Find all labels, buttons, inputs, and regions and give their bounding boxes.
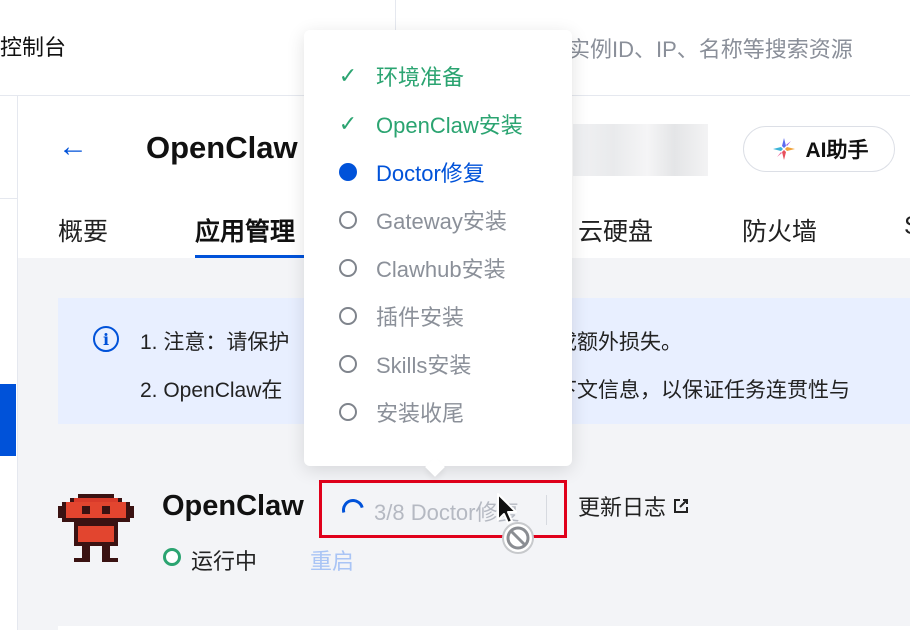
action-divider bbox=[546, 495, 547, 525]
step-label: Skills安装 bbox=[376, 353, 472, 378]
step-label: 安装收尾 bbox=[376, 401, 465, 426]
left-sidebar bbox=[0, 96, 18, 630]
pending-step-circle-icon bbox=[336, 208, 360, 232]
tab-overview[interactable]: 概要 bbox=[58, 212, 108, 248]
pending-step-circle-icon bbox=[336, 400, 360, 424]
openclaw-app-icon bbox=[58, 494, 134, 562]
back-arrow-icon[interactable]: ← bbox=[58, 132, 88, 162]
notice-line-2-start: 2. OpenClaw在 bbox=[140, 379, 283, 402]
restart-button[interactable]: 重启 bbox=[310, 544, 354, 576]
info-icon: i bbox=[93, 326, 119, 352]
step-gateway-install: Gateway安装 bbox=[336, 204, 507, 236]
status-text: 运行中 bbox=[191, 549, 258, 574]
install-steps-popover: ✓ 环境准备 ✓ OpenClaw安装 Doctor修复 Gateway安装 C… bbox=[304, 30, 572, 477]
step-plugin-install: 插件安装 bbox=[336, 300, 464, 332]
current-step-dot-icon bbox=[336, 160, 360, 184]
pending-step-circle-icon bbox=[336, 352, 360, 376]
ai-assistant-button[interactable]: AI助手 bbox=[743, 126, 895, 172]
step-clawhub-install: Clawhub安装 bbox=[336, 252, 506, 284]
notice-line-2-end: 下文信息，以保证任务连贯性与 bbox=[556, 379, 850, 402]
not-allowed-cursor-icon bbox=[497, 493, 534, 554]
tab-more[interactable]: S bbox=[904, 212, 910, 241]
app-name: OpenClaw bbox=[162, 490, 304, 522]
ai-sparkle-icon bbox=[772, 138, 795, 160]
status-running-icon bbox=[163, 548, 181, 566]
step-install-finish: 安装收尾 bbox=[336, 396, 464, 428]
external-link-icon bbox=[674, 499, 689, 513]
step-label: Gateway安装 bbox=[376, 209, 507, 234]
sidebar-divider bbox=[0, 198, 18, 199]
step-label: 环境准备 bbox=[376, 65, 465, 90]
next-card-edge bbox=[58, 626, 910, 630]
step-label: 插件安装 bbox=[376, 305, 465, 330]
pending-step-circle-icon bbox=[336, 304, 360, 328]
tab-app-management[interactable]: 应用管理 bbox=[195, 212, 295, 248]
console-title[interactable]: 控制台 bbox=[0, 30, 66, 62]
tab-firewall[interactable]: 防火墙 bbox=[742, 212, 817, 248]
step-label: Clawhub安装 bbox=[376, 257, 506, 282]
changelog-label: 更新日志 bbox=[578, 495, 667, 520]
redacted-instance-info bbox=[573, 124, 708, 176]
active-tab-indicator bbox=[195, 255, 305, 258]
tab-cloud-disk[interactable]: 云硬盘 bbox=[578, 212, 653, 248]
step-openclaw-install: ✓ OpenClaw安装 bbox=[336, 108, 523, 140]
step-label: OpenClaw安装 bbox=[376, 113, 523, 138]
pending-step-circle-icon bbox=[336, 256, 360, 280]
step-label: Doctor修复 bbox=[376, 161, 485, 186]
step-env-prepare: ✓ 环境准备 bbox=[336, 60, 464, 92]
loading-spinner-icon bbox=[337, 494, 369, 526]
step-doctor-fix: Doctor修复 bbox=[336, 156, 485, 188]
sidebar-active-indicator[interactable] bbox=[0, 384, 16, 456]
check-icon: ✓ bbox=[338, 63, 358, 88]
changelog-link[interactable]: 更新日志 bbox=[578, 490, 690, 522]
ai-button-label: AI助手 bbox=[805, 139, 869, 162]
global-search-input[interactable]: 实例ID、IP、名称等搜索资源 bbox=[568, 32, 853, 64]
notice-line-1-start: 1. 注意：请保护 bbox=[140, 331, 290, 354]
page-title: OpenClaw bbox=[146, 130, 298, 165]
check-icon: ✓ bbox=[338, 111, 358, 136]
app-card: OpenClaw 运行中 重启 3/8 Doctor修复 更新日志 bbox=[18, 462, 910, 630]
step-skills-install: Skills安装 bbox=[336, 348, 471, 380]
notice-line-1-end: 成额外损失。 bbox=[556, 331, 682, 354]
